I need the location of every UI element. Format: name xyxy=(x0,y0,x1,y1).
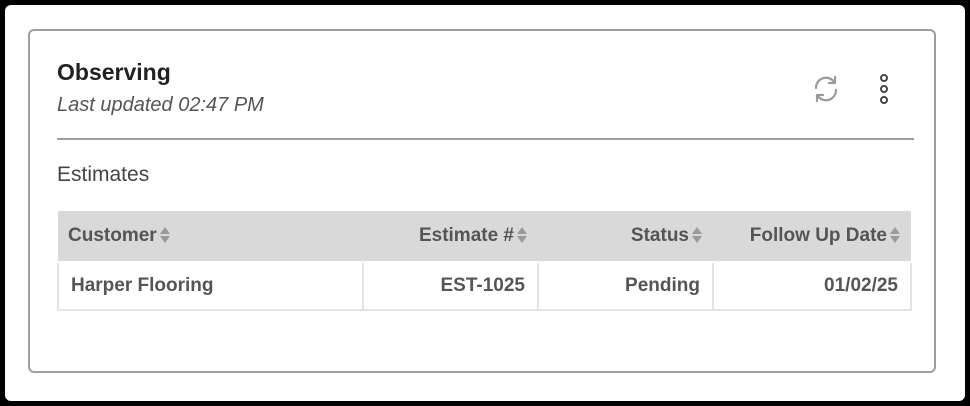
sort-icon xyxy=(517,226,527,243)
cell-follow-up-date: 01/02/25 xyxy=(712,261,912,311)
card-title: Observing xyxy=(57,59,171,85)
refresh-button[interactable] xyxy=(808,71,844,107)
table-header-row: Customer Estimate # Status Follow Up Dat… xyxy=(58,211,911,263)
column-label: Follow Up Date xyxy=(749,225,887,246)
column-header-estimate-number[interactable]: Estimate # xyxy=(363,211,538,263)
table-row[interactable]: Harper Flooring EST-1025 Pending 01/02/2… xyxy=(57,261,912,311)
last-updated-text: Last updated 02:47 PM xyxy=(57,94,264,116)
sort-icon xyxy=(159,226,170,243)
column-label: Customer xyxy=(68,225,157,246)
sort-icon xyxy=(692,226,702,243)
column-header-status[interactable]: Status xyxy=(538,211,713,263)
column-label: Status xyxy=(630,225,689,246)
cell-estimate-number: EST-1025 xyxy=(362,261,539,311)
cell-status: Pending xyxy=(537,261,714,311)
column-header-follow-up-date[interactable]: Follow Up Date xyxy=(713,211,911,263)
column-label: Estimate # xyxy=(418,225,514,246)
estimates-table: Customer Estimate # Status Follow Up Dat… xyxy=(57,211,912,311)
refresh-icon xyxy=(814,75,838,103)
section-title: Estimates xyxy=(57,163,150,186)
cell-customer: Harper Flooring xyxy=(57,261,364,311)
more-vertical-icon xyxy=(880,74,888,104)
sort-icon xyxy=(890,226,900,243)
observing-card: Observing Last updated 02:47 PM Estimate… xyxy=(28,29,936,373)
column-header-customer[interactable]: Customer xyxy=(58,211,363,263)
more-options-button[interactable] xyxy=(866,71,902,107)
header-divider xyxy=(57,138,914,140)
app-window: Observing Last updated 02:47 PM Estimate… xyxy=(5,5,965,401)
